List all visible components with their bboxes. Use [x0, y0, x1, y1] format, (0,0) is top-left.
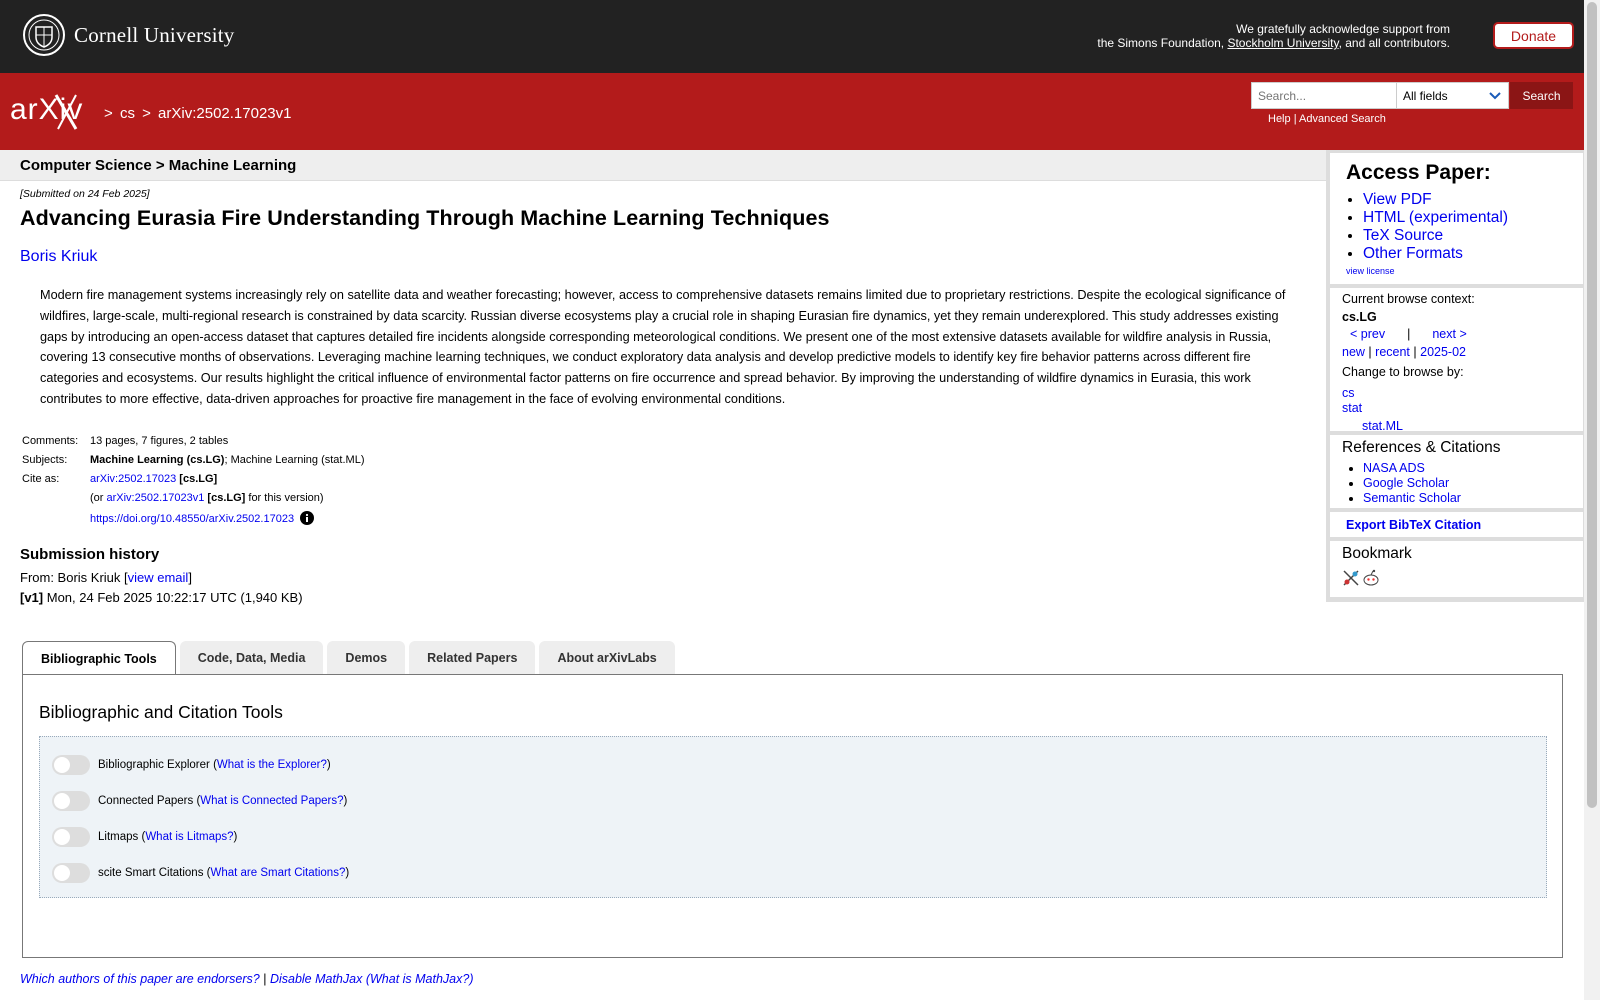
scite-toggle[interactable]: [52, 863, 90, 883]
access-paper-panel: Access Paper: View PDF HTML (experimenta…: [1330, 153, 1583, 284]
what-is-litmaps-link[interactable]: What is Litmaps?: [145, 831, 233, 843]
what-is-mathjax-link[interactable]: (What is MathJax?): [366, 972, 474, 986]
help-links: Help | Advanced Search: [1268, 113, 1386, 125]
breadcrumb-cs[interactable]: cs: [120, 105, 135, 122]
google-scholar-link[interactable]: Google Scholar: [1363, 476, 1449, 490]
tool-item: Litmaps (What is Litmaps?): [52, 827, 237, 847]
view-pdf-link[interactable]: View PDF: [1363, 191, 1432, 208]
export-bibtex-link[interactable]: Export BibTeX Citation: [1346, 518, 1481, 532]
tab-related-papers[interactable]: Related Papers: [409, 641, 536, 674]
tool-item: Bibliographic Explorer (What is the Expl…: [52, 755, 331, 775]
footer-links: Which authors of this paper are endorser…: [20, 972, 474, 986]
submission-from: From: Boris Kriuk [view email]: [20, 570, 192, 585]
donate-button[interactable]: Donate: [1493, 22, 1574, 49]
author-link[interactable]: Boris Kriuk: [20, 248, 97, 265]
html-link[interactable]: HTML (experimental): [1363, 209, 1508, 226]
stockholm-link[interactable]: Stockholm University: [1227, 36, 1338, 50]
reddit-icon[interactable]: [1362, 569, 1380, 587]
tab-bibliographic-tools[interactable]: Bibliographic Tools: [22, 641, 176, 675]
semantic-scholar-link[interactable]: Semantic Scholar: [1363, 491, 1461, 505]
browse-context-value: cs.LG: [1342, 309, 1377, 324]
cornell-seal-icon: [23, 14, 65, 56]
bibliographic-explorer-toggle[interactable]: [52, 755, 90, 775]
browse-stat-link[interactable]: stat: [1342, 401, 1362, 415]
metadata-table: Comments: 13 pages, 7 figures, 2 tables S…: [22, 435, 365, 525]
browse-context-panel: Current browse context: cs.LG < prev | n…: [1330, 288, 1583, 433]
doi-link[interactable]: https://doi.org/10.48550/arXiv.2502.1702…: [90, 513, 294, 525]
cite-version-link[interactable]: arXiv:2502.17023v1: [107, 492, 205, 504]
help-link[interactable]: Help: [1268, 113, 1291, 125]
browse-cs-link[interactable]: cs: [1342, 386, 1355, 400]
references-title: References & Citations: [1342, 439, 1501, 456]
breadcrumb: > cs > arXiv:2502.17023v1: [104, 105, 292, 122]
what-are-smart-citations-link[interactable]: What are Smart Citations?: [210, 867, 345, 879]
info-icon[interactable]: [300, 511, 315, 525]
access-paper-title: Access Paper:: [1346, 161, 1491, 184]
what-is-explorer-link[interactable]: What is the Explorer?: [217, 759, 327, 771]
tab-code-data-media[interactable]: Code, Data, Media: [179, 641, 324, 674]
recent-link[interactable]: recent: [1375, 345, 1410, 359]
tool-item: scite Smart Citations (What are Smart Ci…: [52, 863, 349, 883]
submitted-date: [Submitted on 24 Feb 2025]: [20, 188, 150, 200]
bookmark-title: Bookmark: [1342, 545, 1412, 562]
submission-history-title: Submission history: [20, 546, 160, 563]
university-name: Cornell University: [74, 22, 235, 47]
search-input[interactable]: [1251, 82, 1397, 109]
new-link[interactable]: new: [1342, 345, 1365, 359]
subject-header: Computer Science > Machine Learning: [0, 150, 1326, 181]
tab-demos[interactable]: Demos: [327, 641, 406, 674]
view-email-link[interactable]: view email: [128, 570, 189, 585]
submission-v1: [v1] Mon, 24 Feb 2025 10:22:17 UTC (1,94…: [20, 590, 303, 605]
arxiv-header: arXiv > cs > arXiv:2502.17023v1 All fiel…: [0, 73, 1584, 150]
cornell-logo[interactable]: Cornell University: [22, 13, 235, 57]
next-link[interactable]: next >: [1432, 326, 1466, 344]
primary-subject: Machine Learning (cs.LG): [90, 454, 225, 466]
support-text: We gratefully acknowledge support from t…: [1097, 22, 1450, 50]
view-license-link[interactable]: view license: [1346, 266, 1571, 276]
search-field-select[interactable]: All fields: [1396, 82, 1509, 109]
tool-item: Connected Papers (What is Connected Pape…: [52, 791, 347, 811]
chevron-down-icon: [1489, 92, 1501, 100]
paper-title: Advancing Eurasia Fire Understanding Thr…: [20, 206, 830, 230]
what-is-connected-papers-link[interactable]: What is Connected Papers?: [200, 795, 343, 807]
top-bar: Cornell University We gratefully acknowl…: [0, 0, 1584, 73]
browse-statml-link[interactable]: stat.ML: [1362, 419, 1403, 433]
search-button[interactable]: Search: [1510, 82, 1573, 109]
bibsonomy-icon[interactable]: [1342, 569, 1360, 587]
tools-list: Bibliographic Explorer (What is the Expl…: [39, 736, 1547, 898]
arxiv-logo[interactable]: arXiv: [8, 89, 102, 131]
litmaps-toggle[interactable]: [52, 827, 90, 847]
labs-tabs: Bibliographic Tools Code, Data, Media De…: [22, 641, 675, 675]
other-formats-link[interactable]: Other Formats: [1363, 245, 1463, 262]
endorsers-link[interactable]: Which authors of this paper are endorser…: [20, 972, 260, 986]
connected-papers-toggle[interactable]: [52, 791, 90, 811]
scrollbar-thumb[interactable]: [1587, 2, 1597, 808]
comments-value: 13 pages, 7 figures, 2 tables: [90, 435, 229, 447]
scrollbar[interactable]: [1584, 0, 1600, 1000]
advanced-search-link[interactable]: Advanced Search: [1299, 113, 1386, 125]
cite-link[interactable]: arXiv:2502.17023: [90, 473, 176, 485]
subject-title: Computer Science > Machine Learning: [20, 157, 297, 174]
references-panel: References & Citations NASA ADS Google S…: [1330, 435, 1583, 508]
bibtex-panel: Export BibTeX Citation: [1330, 512, 1583, 537]
bookmark-panel: Bookmark: [1330, 541, 1583, 597]
breadcrumb-paper-id: arXiv:2502.17023v1: [158, 105, 292, 122]
right-sidebar: Access Paper: View PDF HTML (experimenta…: [1326, 150, 1586, 602]
month-link[interactable]: 2025-02: [1420, 345, 1466, 359]
tools-panel-title: Bibliographic and Citation Tools: [39, 702, 283, 722]
prev-link[interactable]: < prev: [1350, 326, 1385, 344]
disable-mathjax-link[interactable]: Disable MathJax: [270, 972, 362, 986]
abstract: Modern fire management systems increasin…: [40, 288, 1286, 406]
nasa-ads-link[interactable]: NASA ADS: [1363, 461, 1425, 475]
tex-source-link[interactable]: TeX Source: [1363, 227, 1443, 244]
tab-panel: Bibliographic and Citation Tools Bibliog…: [22, 674, 1563, 958]
tab-about-arxivlabs[interactable]: About arXivLabs: [539, 641, 675, 674]
